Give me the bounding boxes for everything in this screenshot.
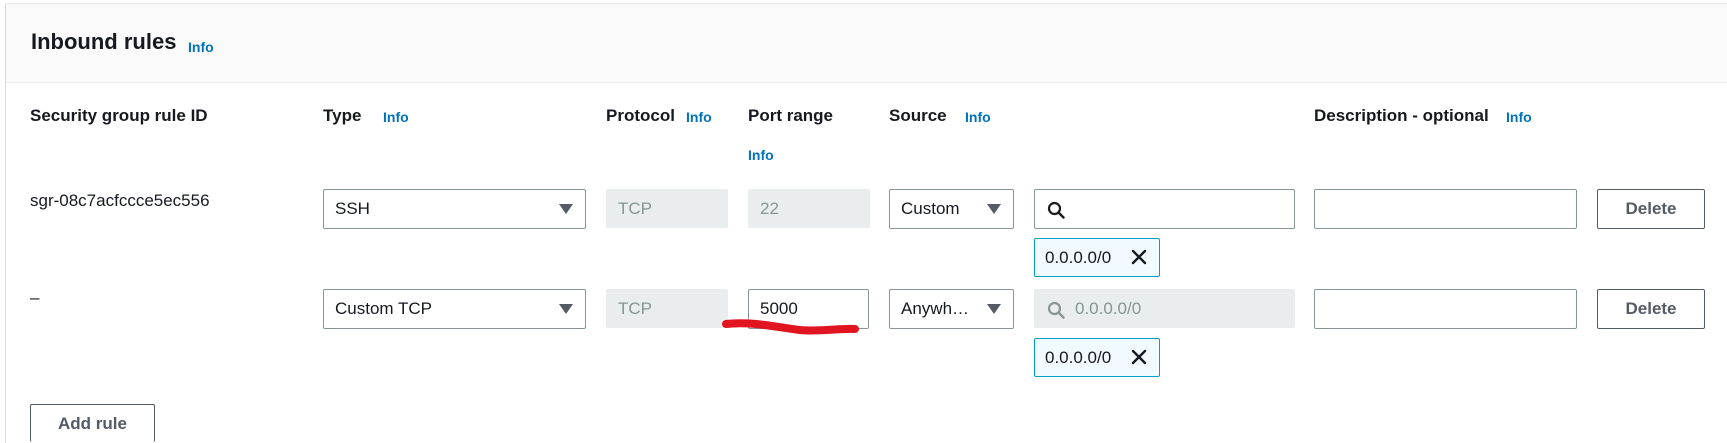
source-select-value: Custom	[901, 199, 960, 218]
cidr-token-label: 0.0.0.0/0	[1045, 347, 1112, 367]
close-icon[interactable]	[1131, 349, 1147, 365]
source-search-input: 0.0.0.0/0	[1034, 289, 1295, 328]
rule-id: –	[30, 288, 40, 307]
port-range-field: 22	[748, 189, 870, 228]
column-header-port-range: Port range	[748, 106, 834, 125]
column-header-description: Description - optional	[1314, 106, 1489, 125]
source-info-link[interactable]: Info	[965, 109, 991, 125]
port-range-value: 22	[760, 198, 779, 218]
add-rule-button[interactable]: Add rule	[30, 404, 155, 442]
cidr-token: 0.0.0.0/0	[1034, 338, 1160, 377]
panel-title: Inbound rules	[31, 29, 177, 54]
delete-button[interactable]: Delete	[1597, 289, 1705, 329]
protocol-value: TCP	[618, 198, 652, 218]
close-icon[interactable]	[1131, 249, 1147, 265]
protocol-info-link[interactable]: Info	[686, 109, 712, 125]
protocol-value: TCP	[618, 298, 652, 318]
source-select[interactable]: Custom	[889, 189, 1014, 229]
red-underline-annotation	[722, 319, 859, 335]
type-select-value: SSH	[335, 199, 370, 218]
column-header-protocol: Protocol	[606, 106, 675, 125]
caret-down-icon	[559, 304, 573, 314]
type-select[interactable]: Custom TCP	[323, 289, 586, 329]
caret-down-icon	[987, 204, 1001, 214]
title-info-link[interactable]: Info	[188, 39, 214, 55]
port-range-info-link[interactable]: Info	[748, 147, 774, 163]
source-search-placeholder: 0.0.0.0/0	[1075, 298, 1142, 318]
description-info-link[interactable]: Info	[1506, 109, 1532, 125]
search-icon	[1047, 201, 1065, 219]
source-search-input[interactable]	[1034, 189, 1295, 229]
cidr-token: 0.0.0.0/0	[1034, 238, 1160, 277]
source-select[interactable]: Anywh…	[889, 289, 1014, 329]
description-input[interactable]	[1314, 289, 1577, 329]
type-info-link[interactable]: Info	[383, 109, 409, 125]
column-header-source: Source	[889, 106, 947, 125]
panel-header: Inbound rules Info	[6, 4, 1727, 83]
description-input[interactable]	[1314, 189, 1577, 229]
rule-id: sgr-08c7acfccce5ec556	[30, 191, 210, 210]
cidr-token-label: 0.0.0.0/0	[1045, 247, 1112, 267]
type-select[interactable]: SSH	[323, 189, 586, 229]
protocol-field: TCP	[606, 189, 728, 228]
source-select-value: Anywh…	[901, 299, 970, 318]
column-header-rule-id: Security group rule ID	[30, 106, 208, 125]
search-icon	[1047, 301, 1065, 319]
column-header-type: Type	[323, 106, 362, 125]
caret-down-icon	[559, 204, 573, 214]
type-select-value: Custom TCP	[335, 299, 432, 318]
protocol-field: TCP	[606, 289, 728, 328]
caret-down-icon	[987, 304, 1001, 314]
delete-button[interactable]: Delete	[1597, 189, 1705, 229]
